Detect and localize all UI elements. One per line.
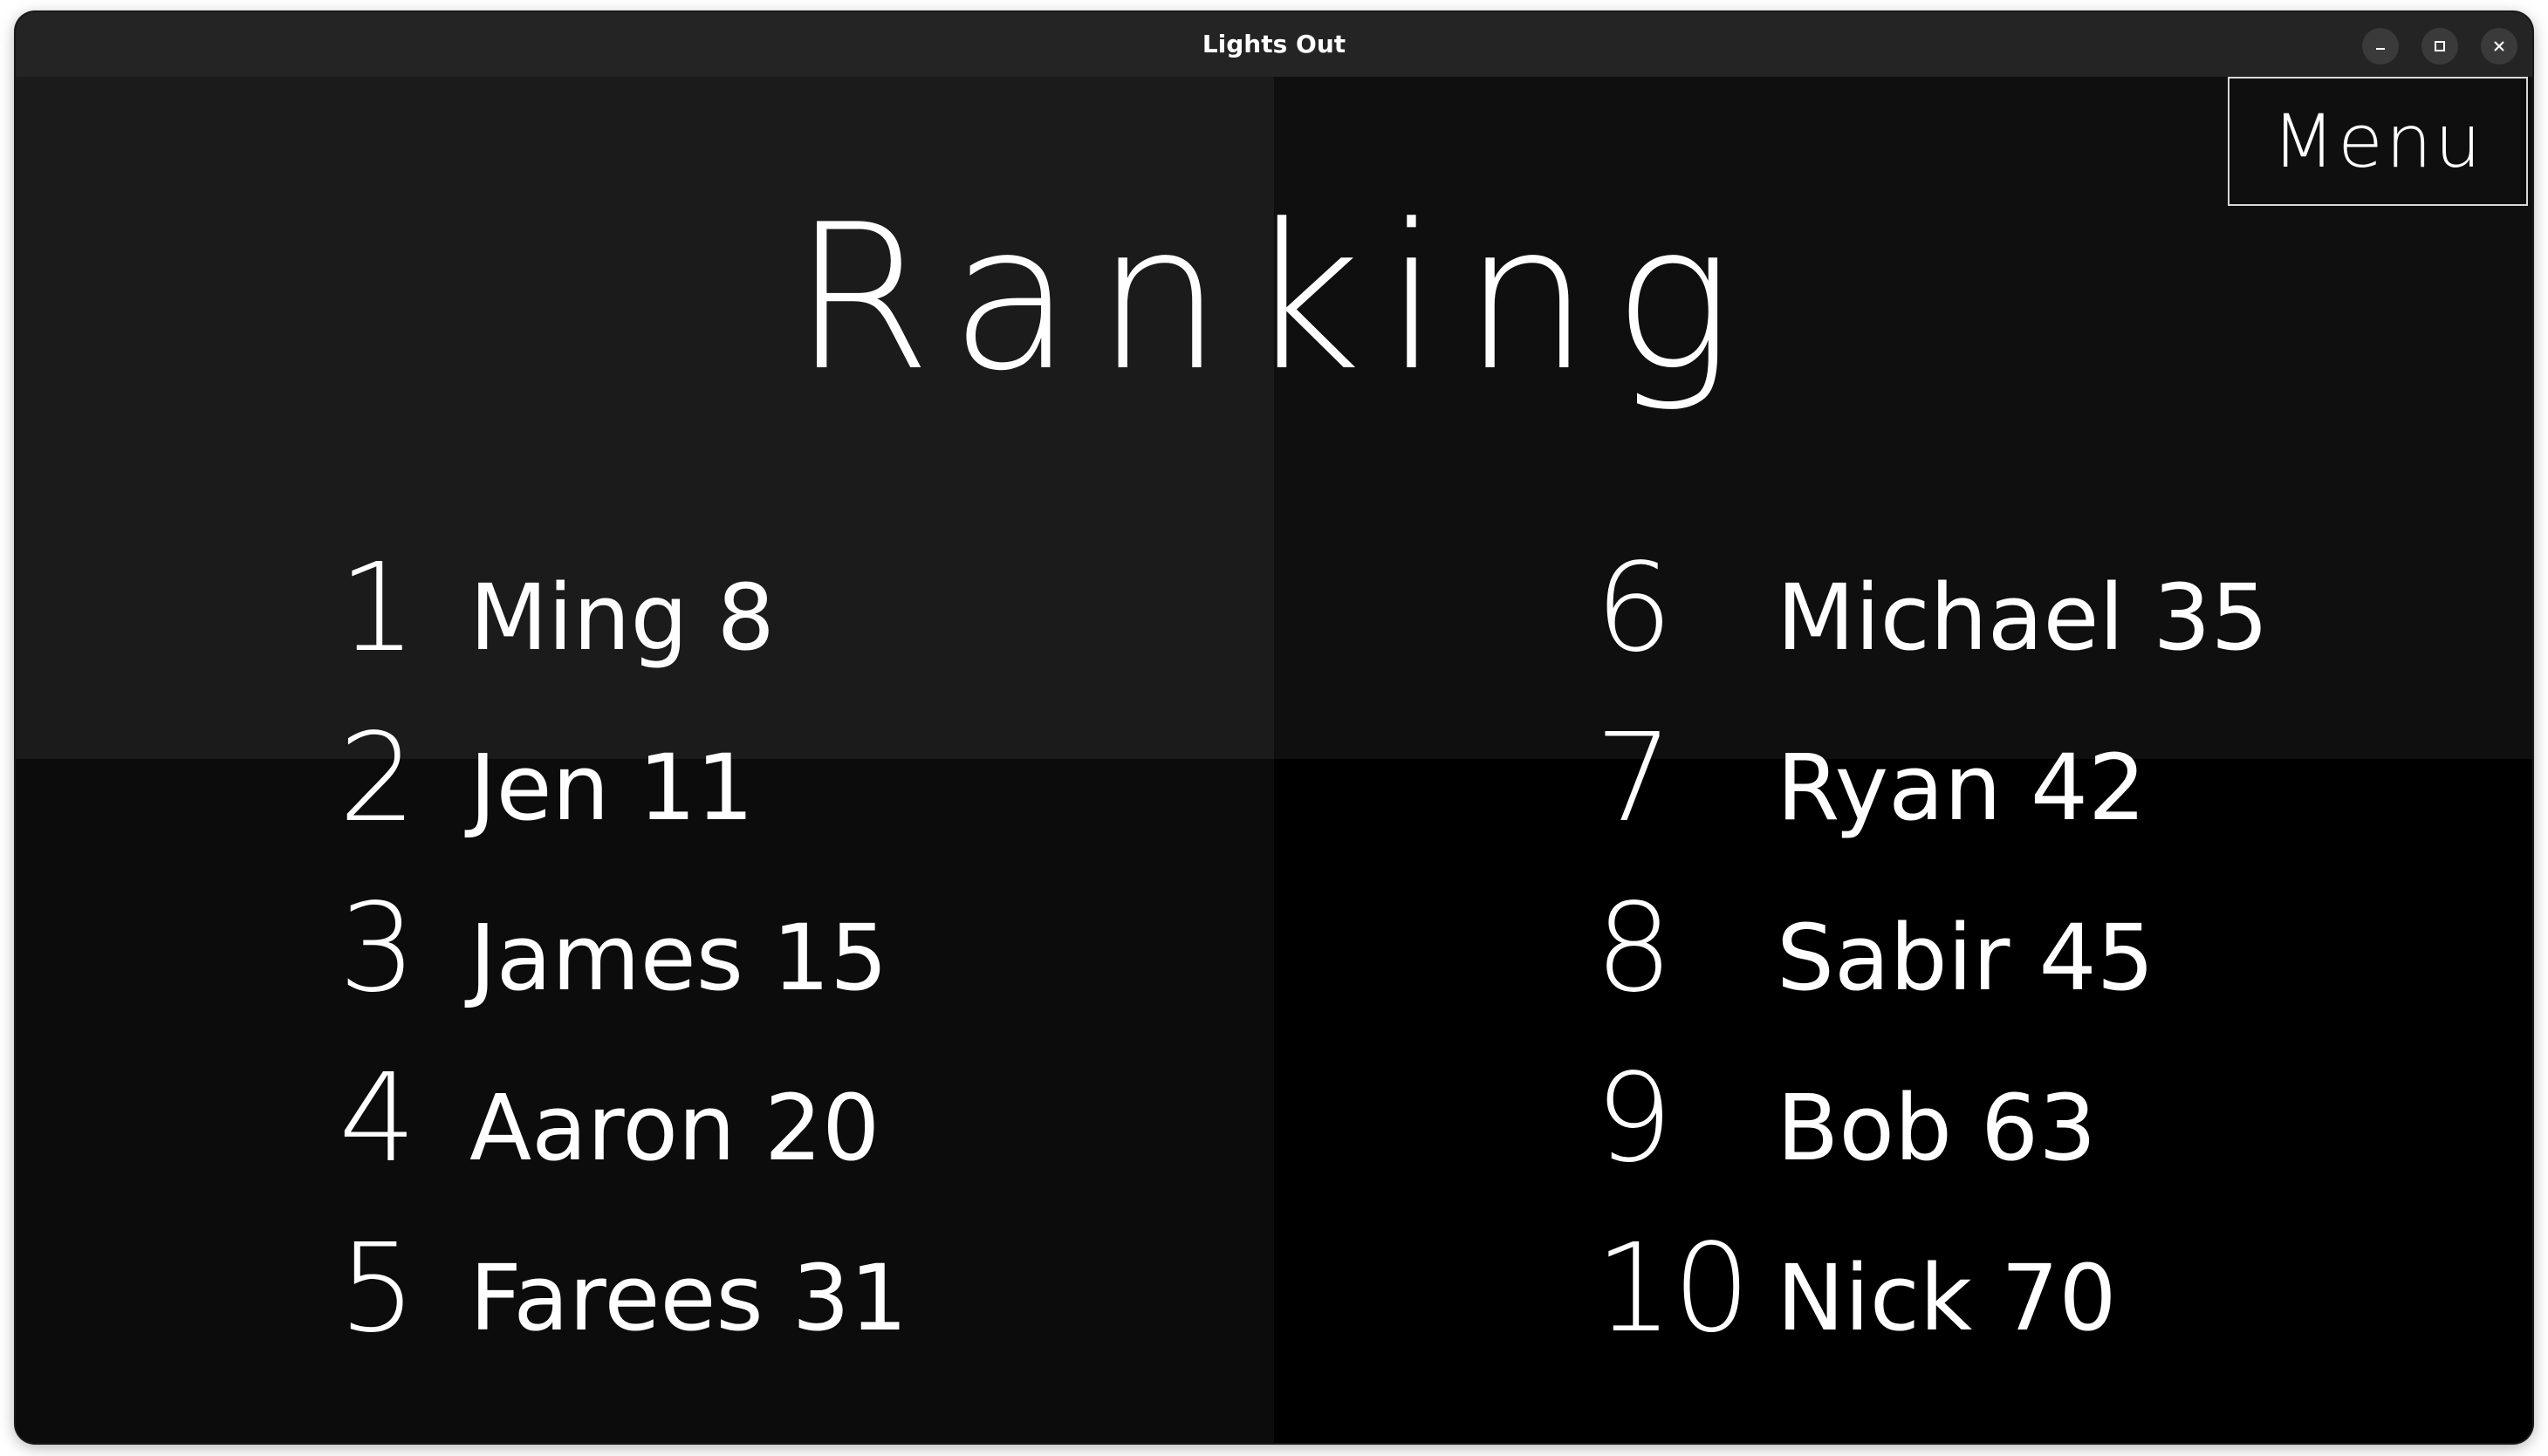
player-score: James 15 <box>469 905 888 1011</box>
ranking-row: 8 Sabir 45 <box>1595 888 2380 1010</box>
minimize-button[interactable] <box>2362 28 2399 65</box>
ranking-row: 6 Michael 35 <box>1595 548 2380 670</box>
rank-number: 1 <box>339 537 417 680</box>
rank-number: 3 <box>339 878 417 1020</box>
rank-number: 7 <box>1595 707 1674 850</box>
ranking-row: 2 Jen 11 <box>339 718 1124 840</box>
rank-number: 10 <box>1595 1218 1751 1360</box>
ranking-row: 3 James 15 <box>339 888 1124 1010</box>
close-icon <box>2494 41 2504 51</box>
ranking-row: 4 Aaron 20 <box>339 1058 1124 1180</box>
ranking-row: 7 Ryan 42 <box>1595 718 2380 840</box>
player-score: Aaron 20 <box>469 1075 880 1181</box>
rank-number: 4 <box>339 1048 417 1190</box>
ranking-row: 10 Nick 70 <box>1595 1228 2380 1350</box>
player-score: Nick 70 <box>1777 1245 2117 1351</box>
rank-number: 2 <box>339 707 417 850</box>
maximize-button[interactable] <box>2421 28 2458 65</box>
ranking-row: 9 Bob 63 <box>1595 1058 2380 1180</box>
player-score: Ming 8 <box>469 564 775 671</box>
rank-number: 9 <box>1595 1048 1674 1190</box>
window-title: Lights Out <box>1202 30 1346 58</box>
menu-button[interactable]: Menu <box>2228 77 2528 206</box>
player-score: Michael 35 <box>1777 564 2269 671</box>
close-button[interactable] <box>2481 28 2517 65</box>
player-score: Jen 11 <box>469 735 754 841</box>
rank-number: 5 <box>339 1218 417 1360</box>
minimize-icon <box>2376 48 2385 50</box>
player-score: Bob 63 <box>1777 1075 2097 1181</box>
ranking-row: 5 Farees 31 <box>339 1228 1124 1350</box>
ranking-screen: Menu Ranking 1 Ming 8 2 Jen 11 3 James 1… <box>16 77 2532 1443</box>
player-score: Sabir 45 <box>1777 905 2154 1011</box>
ranking-row: 1 Ming 8 <box>339 548 1124 670</box>
rank-number: 6 <box>1595 537 1674 680</box>
app-window: Lights Out Menu Ranking 1 Ming 8 2 Jen 1… <box>16 12 2532 1443</box>
maximize-icon <box>2435 41 2445 51</box>
title-bar[interactable]: Lights Out <box>16 12 2532 77</box>
page-title: Ranking <box>791 182 1757 415</box>
player-score: Farees 31 <box>469 1245 908 1351</box>
rank-number: 8 <box>1595 878 1674 1020</box>
player-score: Ryan 42 <box>1777 735 2147 841</box>
